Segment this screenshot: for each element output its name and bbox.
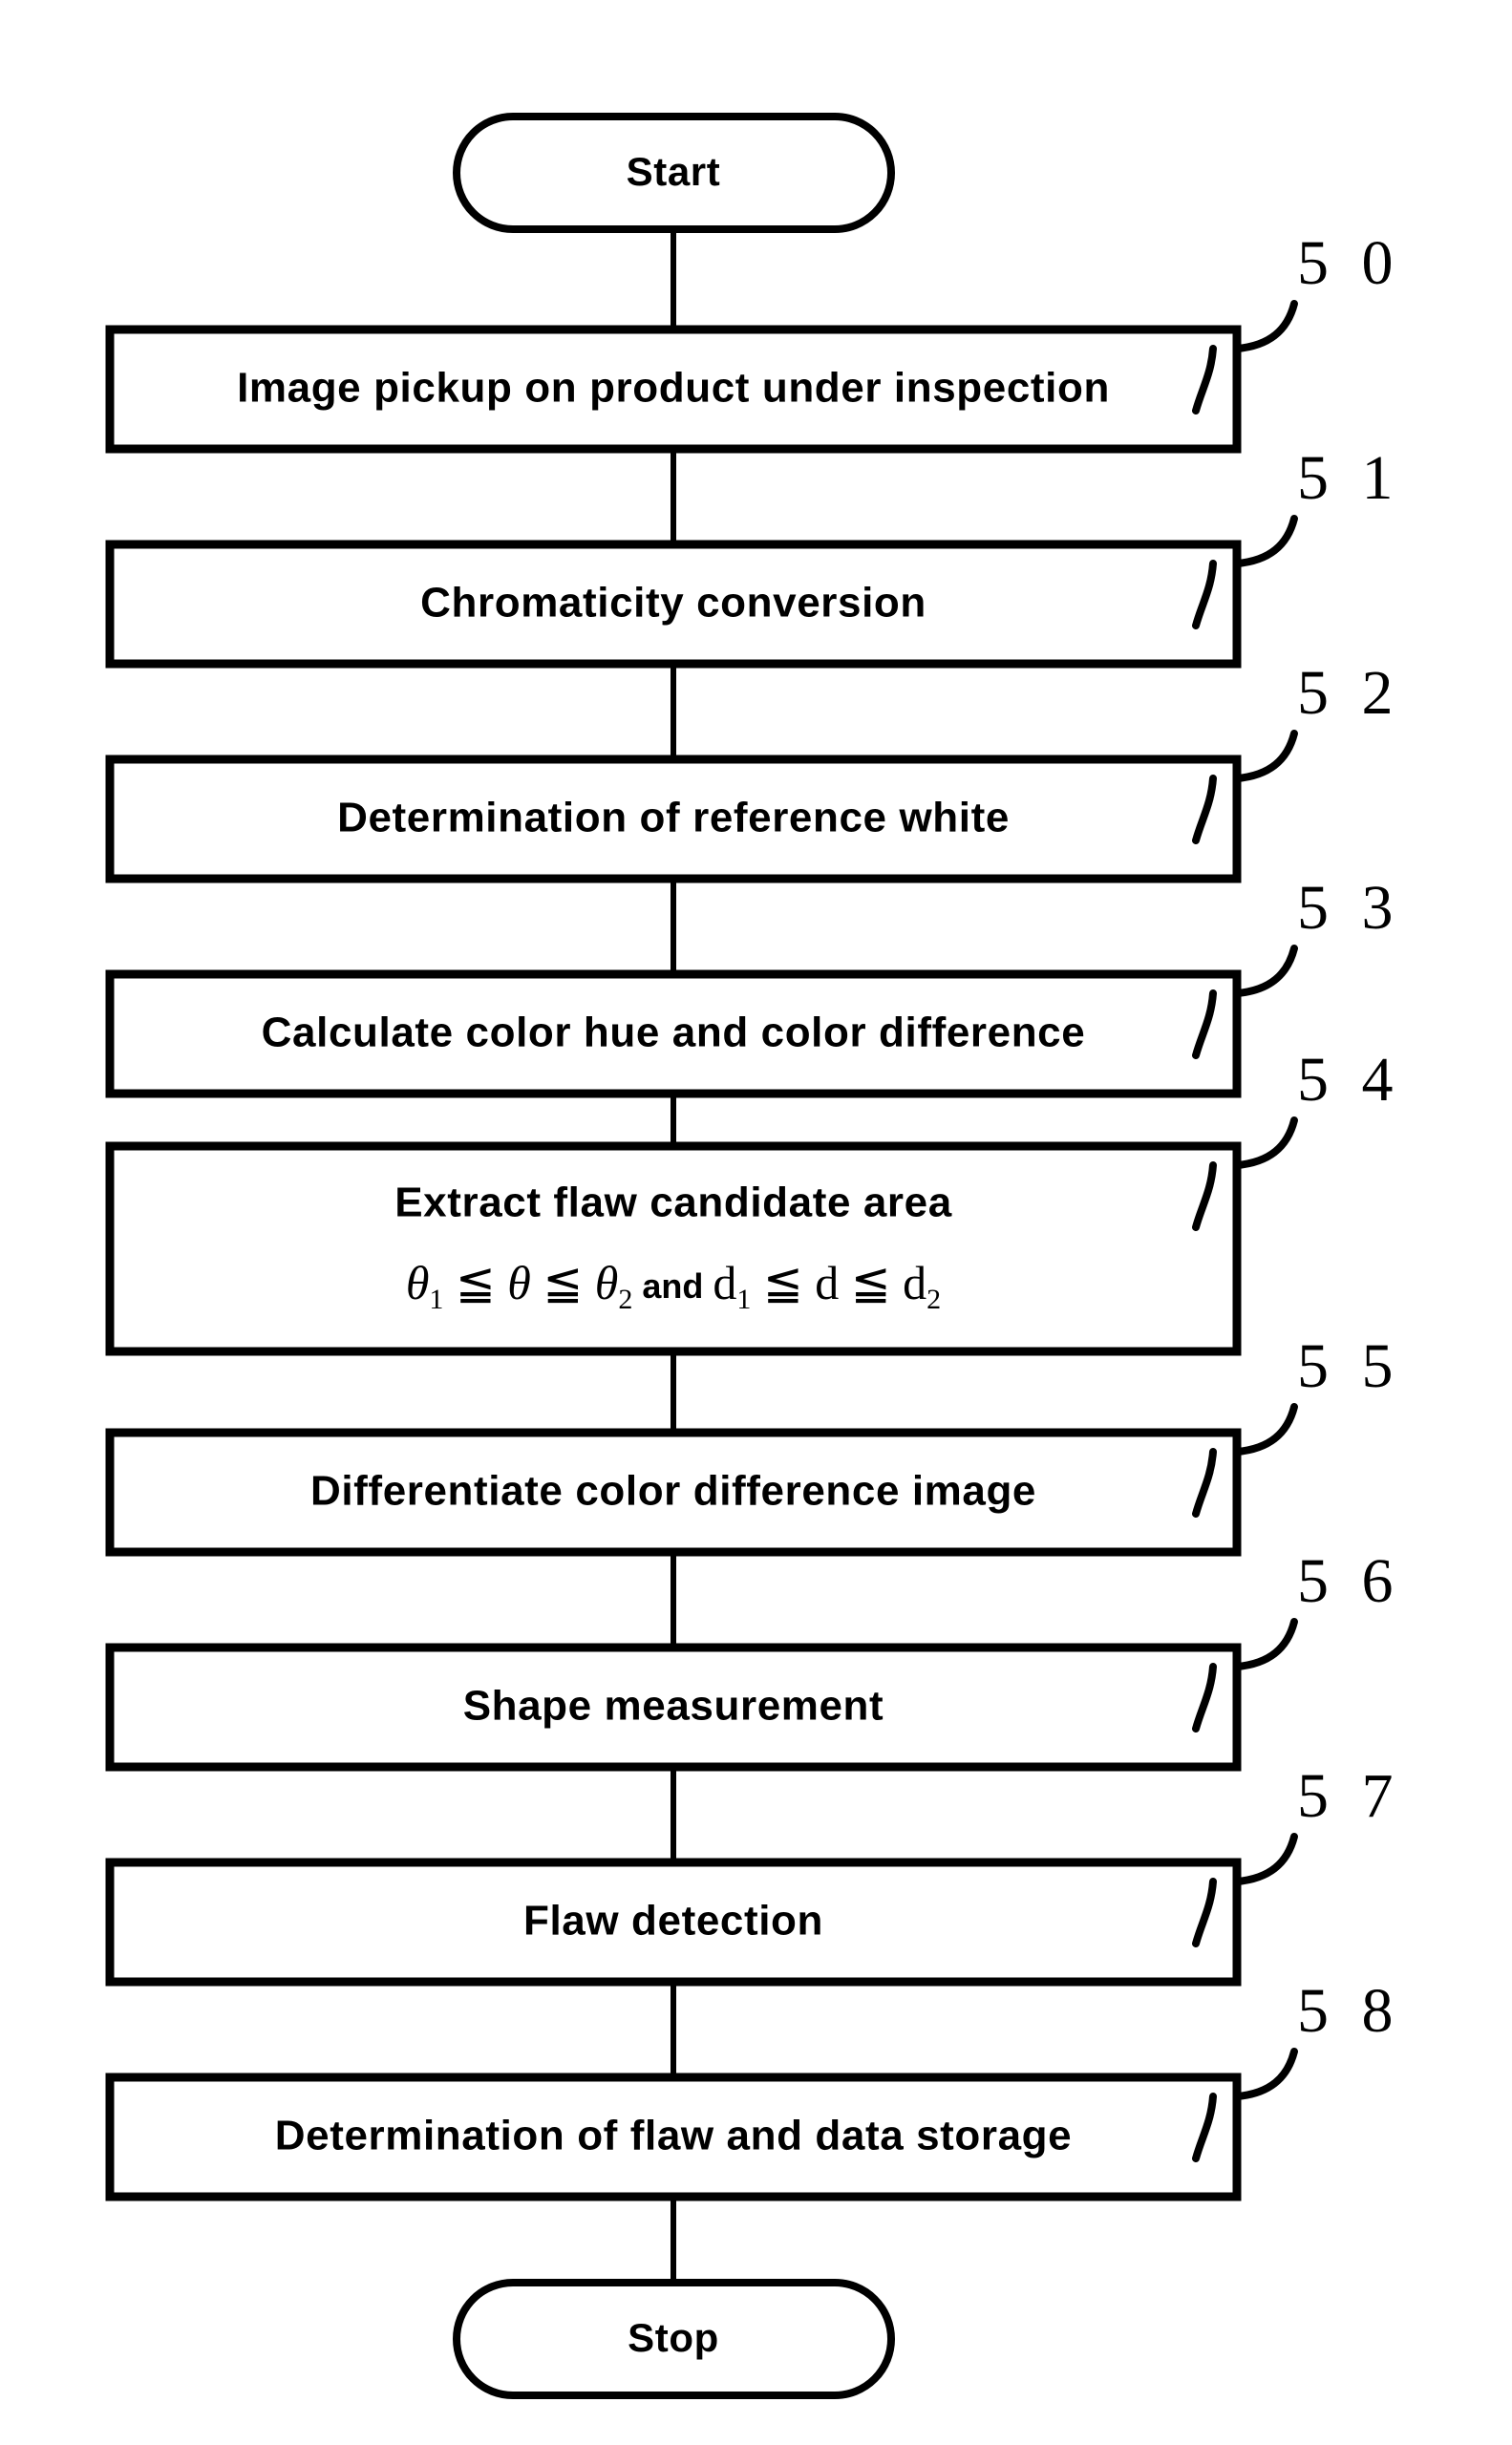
ref-number-54: 5 4 bbox=[1297, 1045, 1402, 1115]
leader-line-58 bbox=[1233, 2048, 1298, 2100]
ref-number-50: 5 0 bbox=[1297, 228, 1402, 298]
ref-number-57: 5 7 bbox=[1297, 1761, 1402, 1831]
process-step-51: Chromaticity conversion 5 1 bbox=[105, 443, 1402, 669]
formula-theta-1-symbol: θ bbox=[406, 1256, 430, 1309]
formula-theta-2-symbol: θ bbox=[595, 1256, 619, 1309]
ref-number-58: 5 8 bbox=[1297, 1976, 1402, 2046]
leader-line-57 bbox=[1233, 1833, 1298, 1885]
process-step-55: Differentiate color difference image 5 5 bbox=[105, 1331, 1402, 1557]
formula-le-2: ≦ bbox=[531, 1256, 595, 1309]
leader-line-50 bbox=[1233, 300, 1298, 352]
ref-number-52: 5 2 bbox=[1297, 658, 1402, 728]
process-step-50-label: Image pickup on product under inspection bbox=[237, 365, 1110, 412]
leader-line-54 bbox=[1233, 1116, 1298, 1169]
process-step-51-label: Chromaticity conversion bbox=[420, 580, 926, 627]
formula-d-2-subscript: 2 bbox=[926, 1284, 941, 1315]
ref-number-51: 5 1 bbox=[1297, 443, 1402, 513]
formula-le-4: ≦ bbox=[839, 1256, 903, 1309]
formula-d-1-subscript: 1 bbox=[736, 1284, 751, 1315]
formula-d-symbol: d bbox=[815, 1256, 839, 1309]
start-terminal-label: Start bbox=[627, 149, 721, 194]
leader-line-52 bbox=[1233, 730, 1298, 782]
process-step-53-label: Calculate color hue and color difference bbox=[262, 1010, 1086, 1056]
formula-le-1: ≦ bbox=[443, 1256, 507, 1309]
process-step-58-label: Determination of flaw and data storage bbox=[275, 2113, 1072, 2159]
leader-line-55 bbox=[1233, 1403, 1298, 1456]
leader-line-51 bbox=[1233, 515, 1298, 567]
flowchart-canvas: Start Image pickup on product under insp… bbox=[105, 113, 1402, 2399]
formula-le-3: ≦ bbox=[751, 1256, 815, 1309]
process-step-57: Flaw detection 5 7 bbox=[105, 1761, 1402, 1987]
process-step-56-label: Shape measurement bbox=[463, 1683, 884, 1730]
flowchart-page: Start Image pickup on product under insp… bbox=[0, 0, 1512, 2445]
leader-line-53 bbox=[1233, 945, 1298, 997]
ref-number-56: 5 6 bbox=[1297, 1546, 1402, 1616]
stop-terminal-label: Stop bbox=[628, 2315, 719, 2360]
process-step-50: Image pickup on product under inspection… bbox=[105, 228, 1402, 454]
process-step-54-shape bbox=[105, 1141, 1242, 1356]
leader-line-56 bbox=[1233, 1618, 1298, 1670]
stop-terminal: Stop bbox=[453, 2279, 895, 2399]
process-step-57-label: Flaw detection bbox=[523, 1898, 823, 1945]
process-step-52-label: Determination of reference white bbox=[337, 795, 1010, 841]
process-step-54-label: Extract flaw candidate area bbox=[394, 1180, 952, 1226]
formula-theta-2-subscript: 2 bbox=[618, 1284, 632, 1315]
formula-and-text: and bbox=[632, 1266, 713, 1306]
start-terminal: Start bbox=[453, 113, 895, 233]
formula-d-2-symbol: d bbox=[903, 1256, 926, 1309]
formula-d-1-symbol: d bbox=[713, 1256, 736, 1309]
process-step-58: Determination of flaw and data storage 5… bbox=[105, 1976, 1402, 2201]
formula-theta-symbol: θ bbox=[507, 1256, 531, 1309]
process-step-56: Shape measurement 5 6 bbox=[105, 1546, 1402, 1772]
process-step-55-label: Differentiate color difference image bbox=[310, 1468, 1036, 1515]
process-step-53: Calculate color hue and color difference… bbox=[105, 873, 1402, 1098]
ref-number-53: 5 3 bbox=[1297, 873, 1402, 943]
ref-number-55: 5 5 bbox=[1297, 1331, 1402, 1401]
process-step-52: Determination of reference white 5 2 bbox=[105, 658, 1402, 883]
formula-theta-1-subscript: 1 bbox=[429, 1284, 443, 1315]
